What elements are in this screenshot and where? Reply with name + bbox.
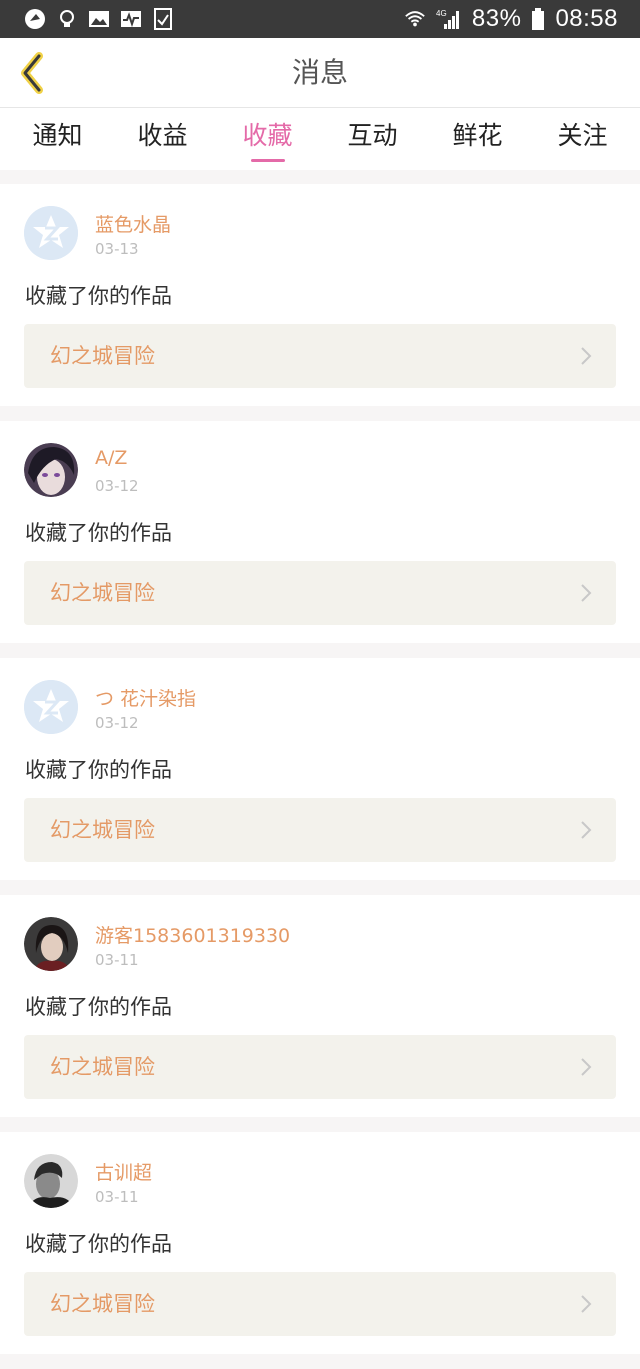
message-text: 收藏了你的作品 — [25, 758, 172, 782]
work-title: 幻之城冒险 — [50, 1292, 155, 1316]
tab-favorites[interactable]: 收藏 — [215, 108, 320, 170]
avatar[interactable] — [24, 1154, 78, 1208]
chevron-right-icon — [581, 821, 592, 839]
user-name[interactable]: 游客1583601319330 — [95, 921, 290, 948]
work-link[interactable]: 幻之城冒险 — [24, 1035, 616, 1099]
chevron-right-icon — [581, 1295, 592, 1313]
checklist-icon — [152, 8, 174, 30]
message-card: A/Z 03-12 收藏了你的作品 幻之城冒险 — [0, 421, 640, 643]
tab-notifications[interactable]: 通知 — [5, 108, 110, 170]
work-link[interactable]: 幻之城冒险 — [24, 561, 616, 625]
work-link[interactable]: 幻之城冒险 — [24, 324, 616, 388]
message-card: 古训超 03-11 收藏了你的作品 幻之城冒险 — [0, 1132, 640, 1354]
status-icons-left — [24, 8, 174, 30]
avatar[interactable] — [24, 206, 78, 260]
work-link[interactable]: 幻之城冒险 — [24, 798, 616, 862]
avatar[interactable] — [24, 917, 78, 971]
message-date: 03-13 — [95, 240, 139, 258]
message-date: 03-11 — [95, 951, 139, 969]
work-link[interactable]: 幻之城冒险 — [24, 1272, 616, 1336]
message-date: 03-12 — [95, 477, 139, 495]
header: 消息 — [0, 38, 640, 108]
default-avatar-icon — [24, 206, 78, 260]
message-text: 收藏了你的作品 — [25, 1232, 172, 1256]
chevron-right-icon — [581, 347, 592, 365]
svg-text:4G: 4G — [436, 9, 447, 18]
battery-icon — [531, 8, 545, 30]
anime-avatar-icon — [24, 443, 78, 497]
page-title: 消息 — [291, 56, 348, 89]
work-title: 幻之城冒险 — [50, 344, 155, 368]
wifi-icon — [404, 8, 426, 30]
tab-interactions[interactable]: 互动 — [320, 108, 425, 170]
user-name[interactable]: つ 花汁染指 — [95, 684, 196, 711]
status-bar: 4G 83% 08:58 — [0, 0, 640, 38]
message-date: 03-12 — [95, 714, 139, 732]
work-title: 幻之城冒险 — [50, 581, 155, 605]
message-text: 收藏了你的作品 — [25, 995, 172, 1019]
active-tab-indicator — [250, 159, 285, 162]
photo-avatar-icon — [24, 917, 78, 971]
tab-flowers[interactable]: 鲜花 — [425, 108, 530, 170]
clock: 08:58 — [555, 5, 618, 32]
signal-icon: 4G — [436, 8, 462, 30]
chevron-right-icon — [581, 584, 592, 602]
default-avatar-icon — [24, 680, 78, 734]
tab-follows[interactable]: 关注 — [530, 108, 635, 170]
work-title: 幻之城冒险 — [50, 1055, 155, 1079]
work-title: 幻之城冒险 — [50, 818, 155, 842]
notification-icon — [24, 8, 46, 30]
user-name[interactable]: A/Z — [95, 447, 127, 469]
image-icon — [88, 8, 110, 30]
photo-avatar-icon — [24, 1154, 78, 1208]
avatar[interactable] — [24, 680, 78, 734]
message-list: 蓝色水晶 03-13 收藏了你的作品 幻之城冒险 A/Z 03-12 收藏了你的… — [0, 184, 640, 1369]
user-name[interactable]: 蓝色水晶 — [95, 210, 171, 237]
message-text: 收藏了你的作品 — [25, 521, 172, 545]
avatar[interactable] — [24, 443, 78, 497]
activity-icon — [120, 8, 142, 30]
message-card: つ 花汁染指 03-12 收藏了你的作品 幻之城冒险 — [0, 658, 640, 880]
bulb-icon — [56, 8, 78, 30]
message-text: 收藏了你的作品 — [25, 284, 172, 308]
chevron-right-icon — [581, 1058, 592, 1076]
message-date: 03-11 — [95, 1188, 139, 1206]
status-icons-right: 4G 83% 08:58 — [404, 5, 618, 33]
message-card: 蓝色水晶 03-13 收藏了你的作品 幻之城冒险 — [0, 184, 640, 406]
tab-earnings[interactable]: 收益 — [110, 108, 215, 170]
tab-bar: 通知 收益 收藏 互动 鲜花 关注 — [0, 108, 640, 170]
battery-percent: 83% — [471, 5, 522, 32]
message-card: 游客1583601319330 03-11 收藏了你的作品 幻之城冒险 — [0, 895, 640, 1117]
user-name[interactable]: 古训超 — [95, 1158, 152, 1185]
